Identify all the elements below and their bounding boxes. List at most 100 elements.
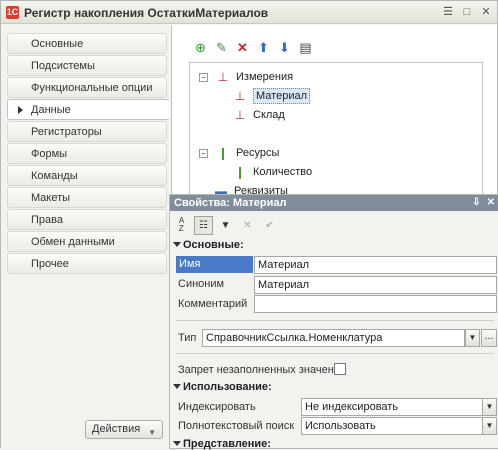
- current-arrow-icon: [18, 106, 23, 114]
- nav-item-label: Основные: [31, 38, 84, 50]
- maximize-icon[interactable]: □: [460, 5, 474, 19]
- add-icon[interactable]: ⊕: [192, 39, 209, 56]
- nav-item-basic[interactable]: Основные: [7, 33, 167, 54]
- collapse-icon: [173, 441, 181, 446]
- resource-icon: ❙: [234, 165, 246, 179]
- sections-panel: Основные Подсистемы Функциональные опции…: [1, 25, 171, 449]
- type-label: Тип: [178, 332, 197, 344]
- move-up-icon[interactable]: ⬆: [255, 39, 272, 56]
- nav-item-label: Данные: [31, 104, 71, 116]
- actions-label: Действия: [92, 423, 141, 435]
- dimension-icon: ⊥: [217, 70, 229, 84]
- move-down-icon[interactable]: ⬇: [276, 39, 293, 56]
- chevron-down-icon[interactable]: ▼: [482, 417, 497, 435]
- actions-button[interactable]: Действия ▼: [85, 420, 163, 439]
- section-view[interactable]: Представление:: [173, 438, 271, 450]
- data-panel: ⊕ ✎ ✕ ⬆ ⬇ ▤ − ⊥ Измерения ⊥ Материал ⊥ С…: [171, 25, 497, 202]
- chevron-down-icon[interactable]: ▼: [482, 398, 497, 416]
- tree-node-label: Ресурсы: [236, 147, 280, 159]
- divider: [176, 353, 494, 354]
- fulltext-select[interactable]: Использовать: [301, 417, 483, 435]
- collapse-icon[interactable]: −: [199, 72, 208, 82]
- sort-alpha-icon[interactable]: AZ: [172, 216, 191, 235]
- properties-title: Свойства: Материал: [174, 197, 287, 209]
- pin-icon[interactable]: ⇩: [472, 195, 480, 211]
- apply-icon[interactable]: ✔: [260, 216, 279, 235]
- nav-item-other[interactable]: Прочее: [7, 253, 167, 274]
- nav-item-functional-options[interactable]: Функциональные опции: [7, 77, 167, 98]
- comment-label: Комментарий: [178, 298, 248, 310]
- title-bar: 1C Регистр накопления ОстаткиМатериалов …: [1, 1, 497, 24]
- close-icon[interactable]: ✕: [479, 5, 493, 19]
- name-label: Имя: [176, 256, 253, 273]
- nav-item-data[interactable]: Данные: [7, 99, 170, 120]
- fulltext-label: Полнотекстовый поиск: [178, 420, 295, 432]
- index-select[interactable]: Не индексировать: [301, 398, 483, 416]
- tree-node-resources[interactable]: − ❙ Ресурсы: [199, 144, 279, 162]
- app-logo-icon: 1C: [6, 6, 19, 19]
- synonym-field[interactable]: Материал: [254, 276, 497, 294]
- chevron-down-icon: ▼: [148, 428, 156, 437]
- deny-empty-checkbox[interactable]: [334, 363, 346, 375]
- cancel-icon[interactable]: ✕: [238, 216, 257, 235]
- properties-title-bar: Свойства: Материал ⇩ ✕: [170, 195, 498, 211]
- nav-item-commands[interactable]: Команды: [7, 165, 167, 186]
- type-field[interactable]: СправочникСсылка.Номенклатура: [202, 329, 465, 347]
- tree-toolbar: ⊕ ✎ ✕ ⬆ ⬇ ▤: [192, 39, 314, 56]
- synonym-label: Синоним: [178, 278, 225, 290]
- tree-node-quantity[interactable]: ❙ Количество: [233, 163, 312, 181]
- section-title: Использование:: [183, 381, 272, 393]
- tree-node-warehouse[interactable]: ⊥ Склад: [233, 106, 285, 124]
- collapse-icon: [173, 242, 181, 247]
- nav-item-label: Формы: [31, 148, 68, 160]
- nav-item-label: Обмен данными: [31, 236, 115, 248]
- tree-node-label: Измерения: [236, 71, 294, 83]
- window-title: Регистр накопления ОстаткиМатериалов: [24, 6, 269, 20]
- section-usage[interactable]: Использование:: [173, 381, 272, 393]
- nav-item-templates[interactable]: Макеты: [7, 187, 167, 208]
- section-title: Основные:: [183, 239, 244, 251]
- name-field[interactable]: Материал: [254, 256, 497, 274]
- nav-item-label: Прочее: [31, 258, 69, 270]
- properties-palette: Свойства: Материал ⇩ ✕ AZ ☷ ▼ ✕ ✔ Основны…: [169, 194, 498, 450]
- nav-item-label: Команды: [31, 170, 78, 182]
- collapse-icon[interactable]: −: [199, 148, 208, 158]
- nav-item-label: Подсистемы: [31, 60, 95, 72]
- collapse-icon: [173, 384, 181, 389]
- list-icon[interactable]: ▤: [297, 39, 314, 56]
- nav-item-data-exchange[interactable]: Обмен данными: [7, 231, 167, 252]
- tree-node-material[interactable]: ⊥ Материал: [233, 87, 310, 105]
- nav-item-label: Права: [31, 214, 63, 226]
- resource-icon: ❙: [217, 146, 229, 160]
- dimension-icon: ⊥: [234, 89, 246, 103]
- type-dropdown-button[interactable]: ▼: [465, 329, 480, 347]
- section-title: Представление:: [183, 438, 271, 450]
- comment-field[interactable]: [254, 295, 497, 313]
- tree-node-label: Склад: [253, 109, 285, 121]
- nav-item-label: Регистраторы: [31, 126, 102, 138]
- nav-item-forms[interactable]: Формы: [7, 143, 167, 164]
- menu-icon[interactable]: ☰: [441, 5, 455, 19]
- tree-node-label: Количество: [253, 166, 313, 178]
- nav-item-label: Макеты: [31, 192, 71, 204]
- nav-item-rights[interactable]: Права: [7, 209, 167, 230]
- nav-item-label: Функциональные опции: [31, 82, 153, 94]
- section-basic[interactable]: Основные:: [173, 239, 244, 251]
- index-label: Индексировать: [178, 401, 256, 413]
- tree-node-dimensions[interactable]: − ⊥ Измерения: [199, 68, 293, 86]
- delete-icon[interactable]: ✕: [234, 39, 251, 56]
- section-nav: Основные Подсистемы Функциональные опции…: [7, 33, 170, 275]
- deny-empty-label: Запрет незаполненных значен: [178, 364, 334, 376]
- nav-item-subsystems[interactable]: Подсистемы: [7, 55, 167, 76]
- nav-item-registrars[interactable]: Регистраторы: [7, 121, 167, 142]
- divider: [176, 320, 494, 321]
- properties-toolbar: AZ ☷ ▼ ✕ ✔: [172, 214, 279, 236]
- edit-icon[interactable]: ✎: [213, 39, 230, 56]
- data-tree: − ⊥ Измерения ⊥ Материал ⊥ Склад − ❙ Рес…: [189, 62, 483, 202]
- group-by-category-icon[interactable]: ☷: [194, 215, 213, 235]
- close-icon[interactable]: ✕: [487, 195, 495, 211]
- tree-node-label: Материал: [253, 88, 310, 104]
- filter-icon[interactable]: ▼: [216, 216, 235, 235]
- type-select-button[interactable]: ...: [481, 329, 497, 347]
- dimension-icon: ⊥: [234, 108, 246, 122]
